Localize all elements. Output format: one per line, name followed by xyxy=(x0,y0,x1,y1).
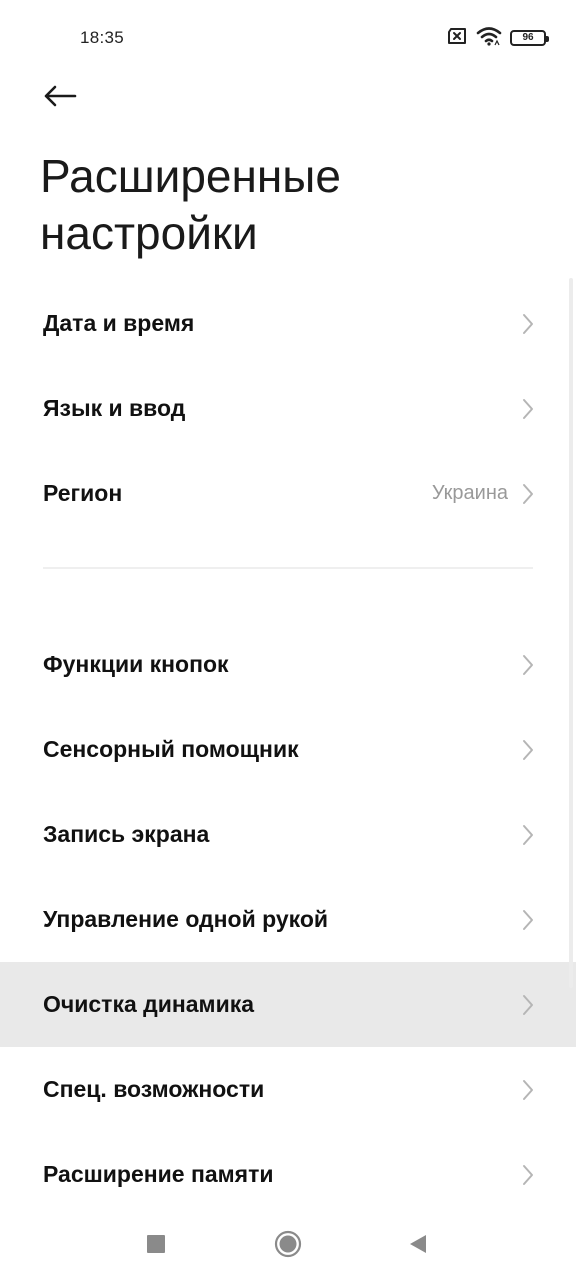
status-time: 18:35 xyxy=(80,28,125,47)
recents-button[interactable] xyxy=(136,1226,176,1266)
system-back-button[interactable] xyxy=(398,1226,438,1266)
list-item-date-time[interactable]: Дата и время xyxy=(0,281,576,366)
divider-line xyxy=(43,567,533,569)
section-divider xyxy=(0,536,576,601)
chevron-right-icon xyxy=(522,654,536,676)
list-item-language-input[interactable]: Язык и ввод xyxy=(0,366,576,451)
settings-list: Дата и время Язык и ввод Регион Украина … xyxy=(0,281,576,1217)
navigation-bar xyxy=(0,1200,576,1280)
status-bar: 18:35 96 xyxy=(0,0,576,76)
item-label: Управление одной рукой xyxy=(43,906,329,932)
back-button[interactable] xyxy=(30,74,90,122)
list-item-speaker-cleaner[interactable]: Очистка динамика xyxy=(0,962,576,1047)
item-label: Регион xyxy=(43,480,123,506)
chevron-right-icon xyxy=(522,909,536,931)
item-label: Дата и время xyxy=(43,310,195,336)
group-gap xyxy=(0,601,576,622)
list-item-one-handed-mode[interactable]: Управление одной рукой xyxy=(0,877,576,962)
item-label: Запись экрана xyxy=(43,821,210,847)
chevron-right-icon xyxy=(522,739,536,761)
scrollbar[interactable] xyxy=(569,278,573,988)
wifi-icon xyxy=(476,26,502,51)
list-item-button-functions[interactable]: Функции кнопок xyxy=(0,622,576,707)
item-label: Спец. возможности xyxy=(43,1076,265,1102)
page-title: Расширенные настройки xyxy=(40,150,341,259)
chevron-right-icon xyxy=(522,483,536,505)
chevron-right-icon xyxy=(522,398,536,420)
chevron-right-icon xyxy=(522,1164,536,1186)
recents-square-icon xyxy=(147,1234,165,1258)
chevron-right-icon xyxy=(522,313,536,335)
chevron-right-icon xyxy=(522,994,536,1016)
arrow-left-icon xyxy=(43,85,77,112)
item-label: Очистка динамика xyxy=(43,991,255,1017)
status-icons: 96 xyxy=(446,26,549,51)
item-label: Функции кнопок xyxy=(43,651,229,677)
list-item-accessibility[interactable]: Спец. возможности xyxy=(0,1047,576,1132)
list-item-region[interactable]: Регион Украина xyxy=(0,451,576,536)
battery-level: 96 xyxy=(522,32,534,43)
list-item-touch-assistant[interactable]: Сенсорный помощник xyxy=(0,707,576,792)
chevron-right-icon xyxy=(522,1079,536,1101)
home-circle-icon xyxy=(274,1230,302,1263)
item-label: Язык и ввод xyxy=(43,395,186,421)
item-label: Сенсорный помощник xyxy=(43,736,299,762)
home-button[interactable] xyxy=(268,1226,308,1266)
back-triangle-icon xyxy=(409,1234,427,1259)
chevron-right-icon xyxy=(522,824,536,846)
item-label: Расширение памяти xyxy=(43,1161,274,1187)
list-item-screen-recorder[interactable]: Запись экрана xyxy=(0,792,576,877)
sim-missing-icon xyxy=(446,27,468,50)
battery-icon: 96 xyxy=(510,30,549,46)
item-value: Украина xyxy=(431,482,508,504)
